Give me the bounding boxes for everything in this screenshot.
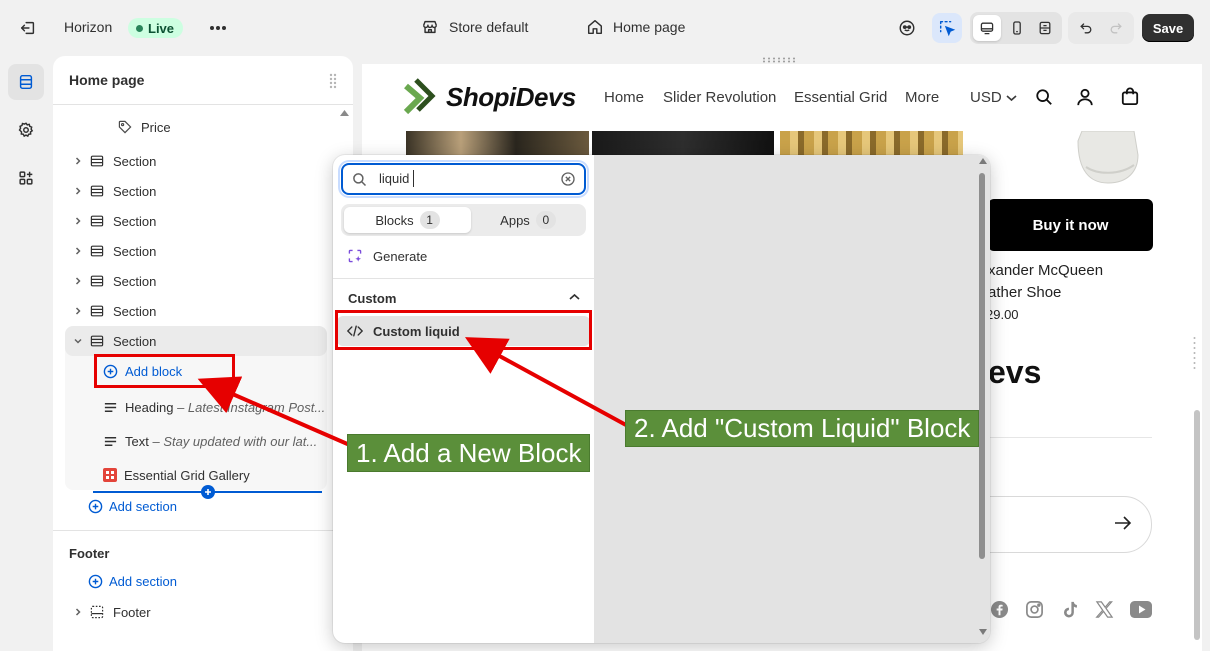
arrow-step2 (464, 337, 627, 427)
callout-step1: 1. Add a New Block (347, 434, 591, 472)
arrow-step1 (197, 376, 353, 448)
callout-step2: 2. Add "Custom Liquid" Block (625, 410, 980, 447)
annotation-arrows (197, 337, 627, 448)
